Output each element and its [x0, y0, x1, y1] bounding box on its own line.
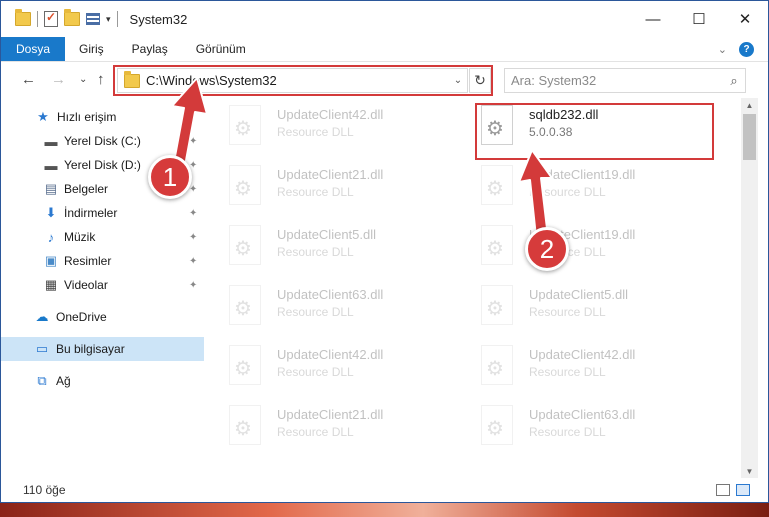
annotation-arrows: [170, 77, 553, 238]
step-badge-1: 1: [148, 155, 192, 199]
arrow-2: [518, 149, 553, 238]
step-badge-2: 2: [525, 227, 569, 271]
